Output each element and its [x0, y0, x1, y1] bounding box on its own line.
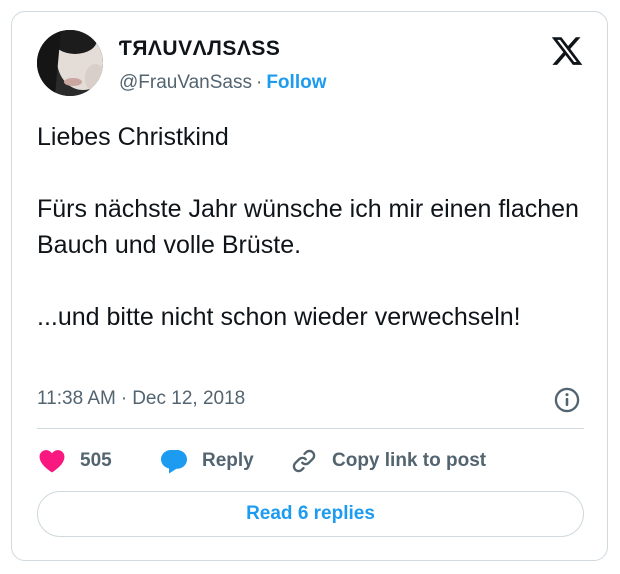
read-replies-button[interactable]: Read 6 replies [37, 491, 584, 537]
timestamp-separator: · [120, 388, 128, 409]
tweet-card: ƬЯΛUVΛЛSΛSS @FrauVanSass · Follow Liebes C… [11, 11, 608, 561]
heart-icon [39, 450, 65, 473]
tweet-text: Liebes Christkind Fürs nächste Jahr wüns… [37, 123, 579, 331]
x-logo-icon[interactable] [550, 34, 584, 68]
reply-button[interactable]: Reply [160, 446, 254, 476]
tweet-date: Dec 12, 2018 [132, 388, 246, 409]
like-count: 505 [80, 450, 112, 471]
copy-link-button[interactable]: Copy link to post [290, 446, 486, 476]
author-handle-row: @FrauVanSass · Follow [119, 72, 326, 94]
author-display-name[interactable]: ƬЯΛUVΛЛSΛSS [119, 37, 280, 61]
tweet-time: 11:38 AM [37, 388, 116, 409]
handle-separator: · [256, 72, 263, 93]
divider [37, 428, 584, 429]
reply-label: Reply [202, 450, 254, 471]
link-icon [292, 449, 316, 473]
speech-bubble-icon [161, 450, 187, 474]
like-button[interactable]: 505 [39, 446, 112, 476]
author-handle[interactable]: @FrauVanSass [119, 72, 252, 93]
tweet-timestamp[interactable]: 11:38 AM · Dec 12, 2018 [37, 388, 245, 410]
info-icon[interactable] [553, 386, 581, 414]
copy-link-label: Copy link to post [332, 450, 487, 471]
avatar[interactable] [37, 30, 103, 96]
avatar-image [37, 30, 103, 96]
follow-button[interactable]: Follow [266, 72, 326, 93]
